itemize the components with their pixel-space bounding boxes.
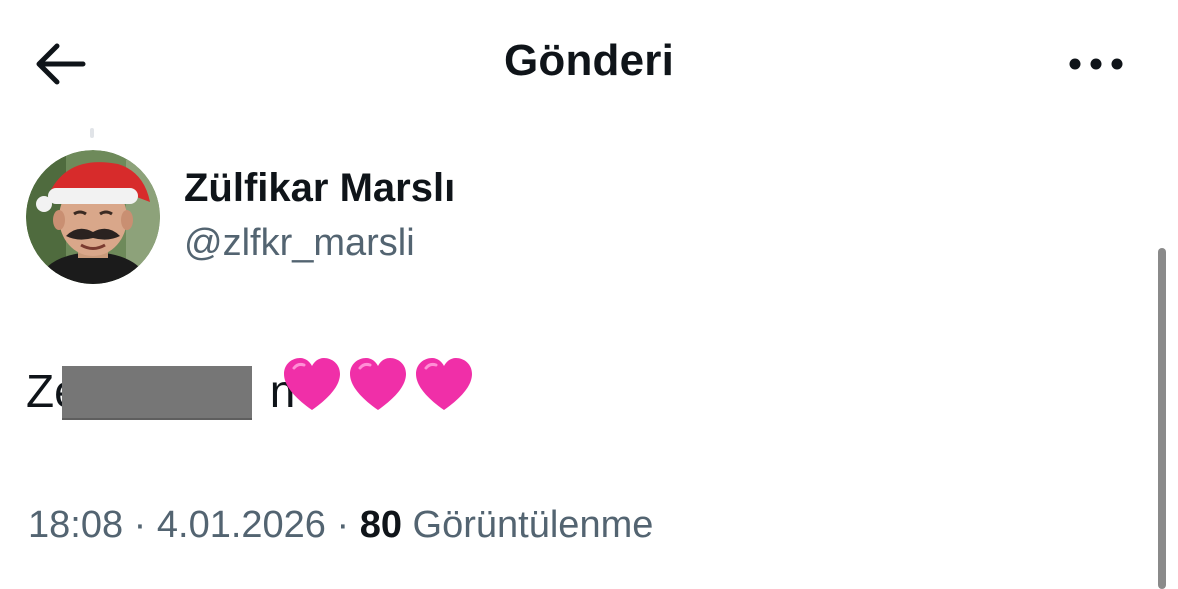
top-bar: Gönderi (0, 0, 1178, 128)
separator-dot: · (325, 504, 360, 546)
avatar[interactable] (26, 150, 160, 284)
tweet-time[interactable]: 18:08 (28, 504, 123, 546)
emoji-group (282, 356, 474, 414)
pink-heart-icon (284, 358, 340, 410)
pink-heart-icon (416, 358, 472, 410)
ellipsis-horizontal-icon (1069, 58, 1123, 70)
thread-connector (90, 128, 94, 138)
page-title: Gönderi (503, 36, 675, 85)
author-handle[interactable]: @zlfkr_marsli (184, 222, 415, 265)
author-name[interactable]: Zülfikar Marslı (184, 166, 455, 211)
tweet-date[interactable]: 4.01.2026 (157, 504, 326, 546)
tweet-metadata: 18:08 · 4.01.2026 · 80 Görüntülenme (28, 504, 653, 547)
views-count: 80 (359, 504, 402, 546)
more-options-button[interactable] (1060, 38, 1132, 90)
user-avatar-photo (26, 150, 160, 284)
pink-heart-icon (350, 358, 406, 410)
separator-dot: · (123, 504, 157, 546)
views-label: Görüntülenme (402, 504, 654, 546)
redaction-box (62, 366, 252, 420)
scrollbar[interactable] (1158, 248, 1166, 589)
